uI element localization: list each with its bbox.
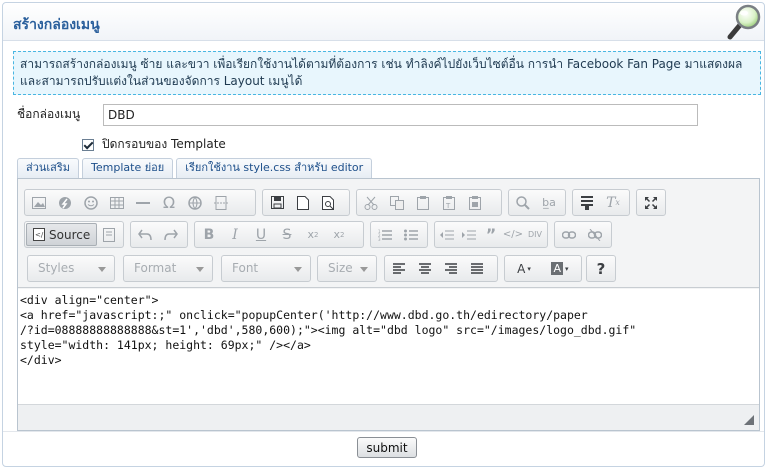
maximize-group [636,189,666,216]
tab-editor-stylesheet[interactable]: เรียกใช้งาน style.css สำหรับ editor [176,158,373,178]
bullet-list-icon[interactable] [398,223,424,246]
code-line: /?id=08888888888888&st=1','dbd',580,600)… [20,323,637,337]
menu-name-input[interactable] [103,104,698,126]
menu-name-label: ชื่อกล่องเมนู [17,107,81,121]
horizontal-line-icon[interactable] [130,191,156,214]
tab-sub-template[interactable]: Template ย่อย [82,158,174,178]
code-line: <a href="javascript:;" onclick="popupCen… [20,308,588,322]
format-dropdown[interactable]: Format [123,255,213,282]
find-group: b̲a [508,189,566,216]
div-container-icon[interactable]: DIV [524,223,546,246]
align-group [384,255,498,282]
preview-icon[interactable] [316,191,342,214]
undo-icon[interactable] [132,223,158,246]
indent-group: ” </> DIV [434,221,548,248]
save-icon[interactable] [264,191,290,214]
align-right-icon[interactable] [438,257,464,280]
font-dropdown[interactable]: Font [221,255,311,282]
outdent-icon[interactable] [436,223,458,246]
tab-addons[interactable]: ส่วนเสริม [17,158,80,178]
styles-dropdown[interactable]: Styles [27,255,115,282]
justify-icon[interactable] [464,257,490,280]
history-group [130,221,188,248]
submit-button[interactable]: submit [357,437,417,458]
basic-style-group: B I U S x2 x2 [194,221,364,248]
paste-text-icon[interactable]: T [436,191,462,214]
templates-icon[interactable] [97,223,122,246]
new-page-icon[interactable] [290,191,316,214]
help-group: ? [586,255,616,282]
bold-icon[interactable]: B [196,223,222,246]
strike-icon[interactable]: S [274,223,300,246]
size-dropdown[interactable]: Size [317,255,377,282]
paste-word-icon[interactable] [462,191,488,214]
maximize-icon[interactable] [638,191,664,214]
format-tools-group: Tx [572,189,630,216]
page-title: สร้างกล่องเมนู [13,17,100,33]
background-color-icon[interactable]: A ▾ [542,257,578,280]
color-group: A ▾ A ▾ [504,255,582,282]
close-template-label: ปิดกรอบของ Template [102,137,226,151]
replace-icon[interactable]: b̲a [536,191,562,214]
unlink-icon[interactable] [582,223,608,246]
align-left-icon[interactable] [386,257,412,280]
link-group [554,221,612,248]
search-icon [725,4,763,40]
svg-text:</>: </> [35,231,45,239]
menu-box-panel: สร้างกล่องเมนู สามารถสร้างกล่องเมนู ซ้าย… [2,2,765,467]
code-snippet-icon[interactable]: </> [502,223,524,246]
clipboard-group: T [356,189,502,216]
document-group [262,189,350,216]
close-template-checkbox[interactable] [82,138,94,151]
editor-statusbar [18,404,759,430]
svg-text:T: T [445,202,451,210]
panel-header: สร้างกล่องเมนู [3,3,764,41]
link-icon[interactable] [556,223,582,246]
template-frame-toggle[interactable]: ปิดกรอบของ Template [82,135,226,154]
select-all-icon[interactable] [574,191,600,214]
source-button[interactable]: </> Source [26,223,97,246]
numbered-list-icon[interactable]: 123 [372,223,398,246]
form-divider [3,431,764,432]
svg-text:3: 3 [378,237,381,241]
cut-icon[interactable] [358,191,384,214]
editor-tabs: ส่วนเสริม Template ย่อย เรียกใช้งาน styl… [17,158,373,178]
rich-text-editor: Ω T b̲a Tx </ Source B I U S x 2 x 2 1 2… [17,178,760,431]
italic-icon[interactable]: I [222,223,248,246]
image-icon[interactable] [26,191,52,214]
copy-icon[interactable] [384,191,410,214]
iframe-icon[interactable] [182,191,208,214]
source-label: Source [49,227,91,242]
table-icon[interactable] [104,191,130,214]
paste-icon[interactable] [410,191,436,214]
editor-toolbar: Ω T b̲a Tx </ Source B I U S x 2 x 2 1 2… [18,179,759,288]
info-notice: สามารถสร้างกล่องเมนู ซ้าย และขวา เพื่อเร… [13,51,761,95]
subscript-icon[interactable]: x2 [300,223,326,246]
list-group: 123 [370,221,428,248]
find-icon[interactable] [510,191,536,214]
flash-icon[interactable] [52,191,78,214]
underline-icon[interactable]: U [248,223,274,246]
source-code-area[interactable]: <div align="center"> <a href="javascript:… [18,289,759,404]
remove-format-icon[interactable]: Tx [600,191,626,214]
align-center-icon[interactable] [412,257,438,280]
blockquote-icon[interactable]: ” [480,223,502,246]
special-char-icon[interactable]: Ω [156,191,182,214]
indent-icon[interactable] [458,223,480,246]
text-color-icon[interactable]: A ▾ [506,257,542,280]
help-icon[interactable]: ? [588,257,614,280]
page-break-icon[interactable] [208,191,234,214]
insert-group: Ω [24,189,256,216]
source-group: </> Source [24,221,124,248]
code-line: style="width: 141px; height: 69px;" /></… [20,338,311,352]
code-line: <div align="center"> [20,293,159,307]
superscript-icon[interactable]: x2 [326,223,352,246]
redo-icon[interactable] [158,223,184,246]
resize-handle-icon[interactable] [744,415,754,425]
code-line: </div> [20,353,62,367]
smiley-icon[interactable] [78,191,104,214]
